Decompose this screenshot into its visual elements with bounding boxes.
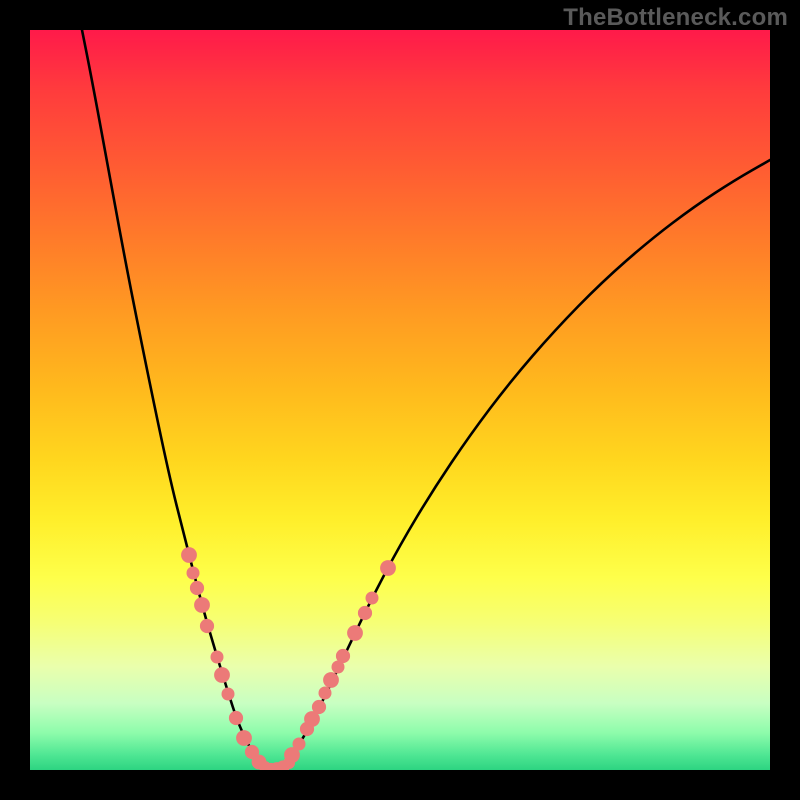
data-dot [200, 619, 214, 633]
data-dot [211, 651, 224, 664]
watermark-text: TheBottleneck.com [563, 4, 788, 32]
data-dot [347, 625, 363, 641]
dots-group [181, 547, 396, 770]
data-dot [366, 592, 379, 605]
data-dot [181, 547, 197, 563]
data-dot [190, 581, 204, 595]
data-dot [336, 649, 350, 663]
data-dot [194, 597, 210, 613]
data-dot [229, 711, 243, 725]
data-dot [358, 606, 372, 620]
data-dot [187, 567, 200, 580]
data-dot [214, 667, 230, 683]
chart-frame: TheBottleneck.com [0, 0, 800, 800]
data-dot [319, 687, 332, 700]
curves-svg [30, 30, 770, 770]
left-curve [82, 30, 273, 770]
data-dot [380, 560, 396, 576]
data-dot [293, 738, 306, 751]
data-dot [236, 730, 252, 746]
data-dot [323, 672, 339, 688]
plot-area [30, 30, 770, 770]
data-dot [222, 688, 235, 701]
right-curve [273, 160, 770, 770]
data-dot [312, 700, 326, 714]
